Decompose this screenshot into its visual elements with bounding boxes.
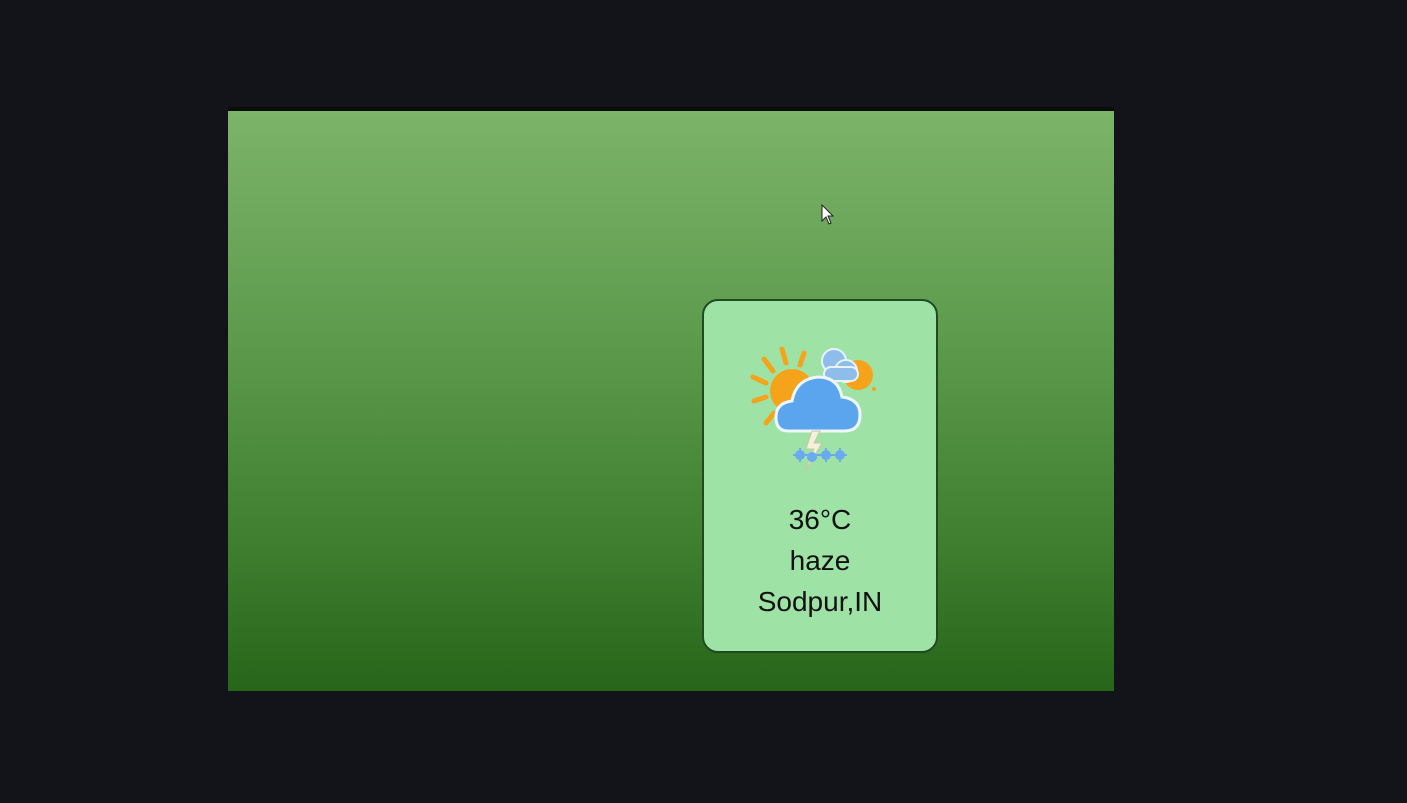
weather-condition: haze xyxy=(789,545,851,576)
partly-cloudy-thunder-snow-icon xyxy=(750,346,876,474)
location: Sodpur,IN xyxy=(757,586,883,617)
weather-info: 36°C haze Sodpur,IN xyxy=(704,499,936,622)
mouse-cursor-icon xyxy=(821,204,835,225)
weather-card: 36°C haze Sodpur,IN xyxy=(702,299,938,653)
app-viewport: 36°C haze Sodpur,IN xyxy=(228,107,1114,691)
temperature: 36°C xyxy=(788,504,852,535)
